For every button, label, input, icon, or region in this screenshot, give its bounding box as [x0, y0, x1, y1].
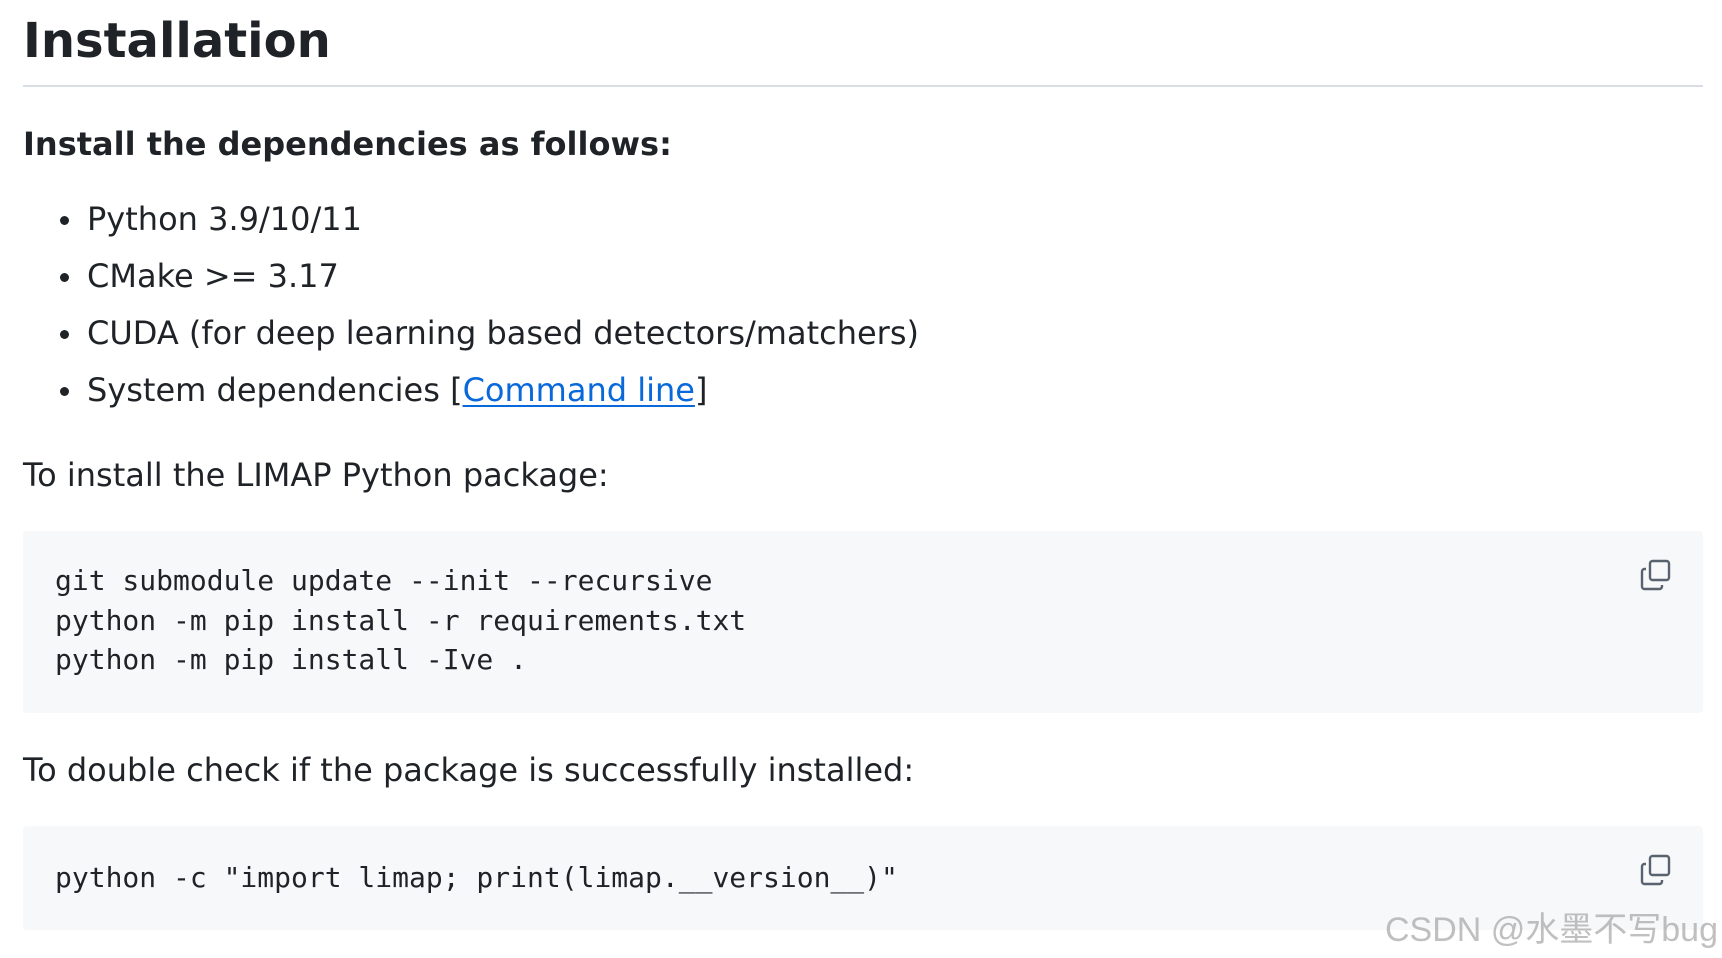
- check-intro: To double check if the package is succes…: [23, 751, 915, 789]
- bullet-icon: [60, 387, 69, 396]
- dependencies-heading: Install the dependencies as follows:: [23, 125, 672, 163]
- bullet-icon: [60, 330, 69, 339]
- install-code-block: git submodule update --init --recursive …: [23, 531, 1703, 713]
- list-item-text: CMake >= 3.17: [87, 257, 339, 295]
- list-item: CUDA (for deep learning based detectors/…: [23, 311, 919, 368]
- command-line-link[interactable]: Command line: [463, 371, 695, 409]
- install-intro: To install the LIMAP Python package:: [23, 456, 609, 494]
- page-title: Installation: [23, 0, 1703, 87]
- install-code: git submodule update --init --recursive …: [55, 564, 747, 676]
- bullet-icon: [60, 216, 69, 225]
- watermark: CSDN @水墨不写bug: [1384, 911, 1718, 949]
- list-item-text: Python 3.9/10/11: [87, 200, 362, 238]
- copy-icon[interactable]: [1639, 853, 1673, 887]
- list-item-text: System dependencies [: [87, 371, 463, 409]
- readme-section: Installation Install the dependencies as…: [23, 0, 1703, 930]
- dependency-list: Python 3.9/10/11 CMake >= 3.17 CUDA (for…: [23, 197, 919, 425]
- list-item: CMake >= 3.17: [23, 254, 919, 311]
- check-code: python -c "import limap; print(limap.__v…: [55, 861, 898, 894]
- list-item-text-suffix: ]: [694, 371, 708, 409]
- copy-icon[interactable]: [1639, 558, 1673, 592]
- list-item: Python 3.9/10/11: [23, 197, 919, 254]
- list-item: System dependencies [Command line]: [23, 368, 919, 425]
- list-item-text: CUDA (for deep learning based detectors/…: [87, 314, 919, 352]
- bullet-icon: [60, 273, 69, 282]
